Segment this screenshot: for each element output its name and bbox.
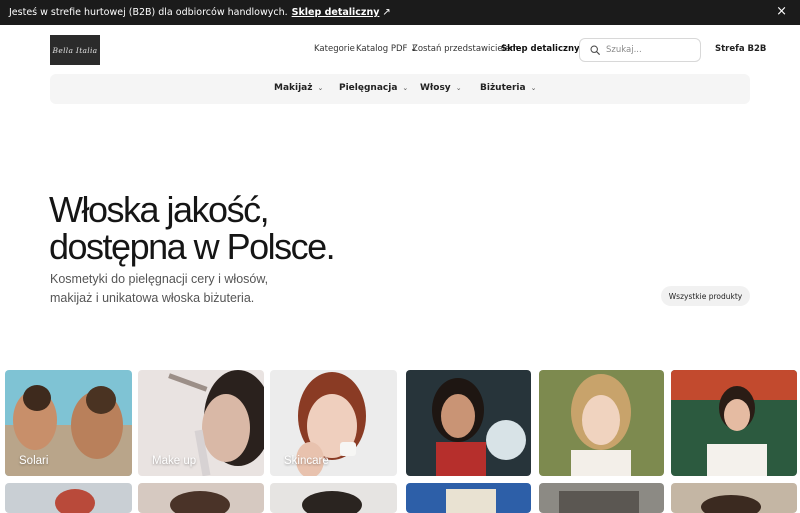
category-makeup[interactable]: Makijaż ⌄ bbox=[274, 83, 323, 93]
close-icon[interactable]: × bbox=[776, 5, 787, 19]
hero-subtitle-line2: makijaż i unikatowa włoska biżuteria. bbox=[50, 291, 255, 305]
search-box[interactable] bbox=[579, 38, 701, 62]
tile-label: Solari bbox=[19, 455, 49, 467]
category-photo bbox=[671, 483, 797, 513]
search-input[interactable] bbox=[606, 45, 696, 55]
category-photo bbox=[5, 483, 132, 513]
all-products-button[interactable]: Wszystkie produkty bbox=[661, 286, 750, 306]
category-makeup-label: Makijaż bbox=[274, 83, 313, 93]
nav-b2b-zone[interactable]: Strefa B2B bbox=[715, 44, 766, 54]
category-photo bbox=[406, 483, 531, 513]
hero-subtitle-line1: Kosmetyki do pielęgnacji cery i włosów, bbox=[50, 272, 269, 286]
search-icon bbox=[590, 45, 600, 55]
category-hair-label: Włosy bbox=[420, 83, 451, 93]
tile-row2-5[interactable] bbox=[539, 483, 664, 513]
hero-title: Włoska jakość, dostępna w Polsce. bbox=[49, 189, 336, 267]
category-hair[interactable]: Włosy ⌄ bbox=[420, 83, 462, 93]
hero-subtitle: Kosmetyki do pielęgnacji cery i włosów, … bbox=[50, 270, 268, 308]
b2b-announcement-bar: Jesteś w strefie hurtowej (B2B) dla odbi… bbox=[0, 0, 800, 25]
retail-store-link[interactable]: Sklep detaliczny bbox=[292, 7, 380, 18]
announcement-text: Jesteś w strefie hurtowej (B2B) dla odbi… bbox=[9, 7, 288, 18]
tile-solari[interactable]: Solari bbox=[5, 370, 132, 476]
hero-title-line1: Włoska jakość, bbox=[49, 189, 270, 230]
chevron-down-icon: ⌄ bbox=[530, 84, 537, 92]
tile-row2-4[interactable] bbox=[406, 483, 531, 513]
category-care[interactable]: Pielęgnacja ⌄ bbox=[339, 83, 408, 93]
tile-jewelry-2[interactable] bbox=[539, 370, 664, 476]
logo-text: Bella Italia bbox=[52, 45, 98, 55]
tile-jewelry-1[interactable] bbox=[406, 370, 531, 476]
logo[interactable]: Bella Italia bbox=[50, 35, 100, 65]
tile-row2-3[interactable] bbox=[270, 483, 397, 513]
category-photo bbox=[270, 483, 397, 513]
category-photo bbox=[539, 483, 664, 513]
chevron-down-icon: ⌄ bbox=[455, 84, 462, 92]
jewelry-photo bbox=[671, 370, 797, 476]
category-nav: Makijaż ⌄ Pielęgnacja ⌄ Włosy ⌄ Biżuteria ⌄ bbox=[50, 74, 750, 104]
category-jewelry-label: Biżuteria bbox=[480, 83, 526, 93]
chevron-down-icon: ⌄ bbox=[317, 84, 324, 92]
tile-row2-1[interactable] bbox=[5, 483, 132, 513]
nav-retail-store[interactable]: Sklep detaliczny ↗ bbox=[501, 44, 590, 54]
jewelry-photo bbox=[539, 370, 664, 476]
category-photo bbox=[138, 483, 264, 513]
nav-pdf-catalog[interactable]: Katalog PDF ↓ bbox=[356, 44, 417, 54]
tile-jewelry-3[interactable] bbox=[671, 370, 797, 476]
tile-row2-6[interactable] bbox=[671, 483, 797, 513]
tile-skincare[interactable]: Skincare bbox=[270, 370, 397, 476]
category-jewelry[interactable]: Biżuteria ⌄ bbox=[480, 83, 536, 93]
chevron-down-icon: ⌄ bbox=[402, 84, 409, 92]
hero-title-line2: dostępna w Polsce. bbox=[49, 226, 336, 267]
tile-row2-2[interactable] bbox=[138, 483, 264, 513]
external-arrow-icon: ↗ bbox=[382, 7, 391, 18]
category-care-label: Pielęgnacja bbox=[339, 83, 398, 93]
nav-categories[interactable]: Kategorie bbox=[314, 44, 355, 54]
jewelry-photo bbox=[406, 370, 531, 476]
tile-label: Skincare bbox=[284, 455, 329, 467]
tile-makeup[interactable]: Make up bbox=[138, 370, 264, 476]
tile-label: Make up bbox=[152, 455, 197, 467]
